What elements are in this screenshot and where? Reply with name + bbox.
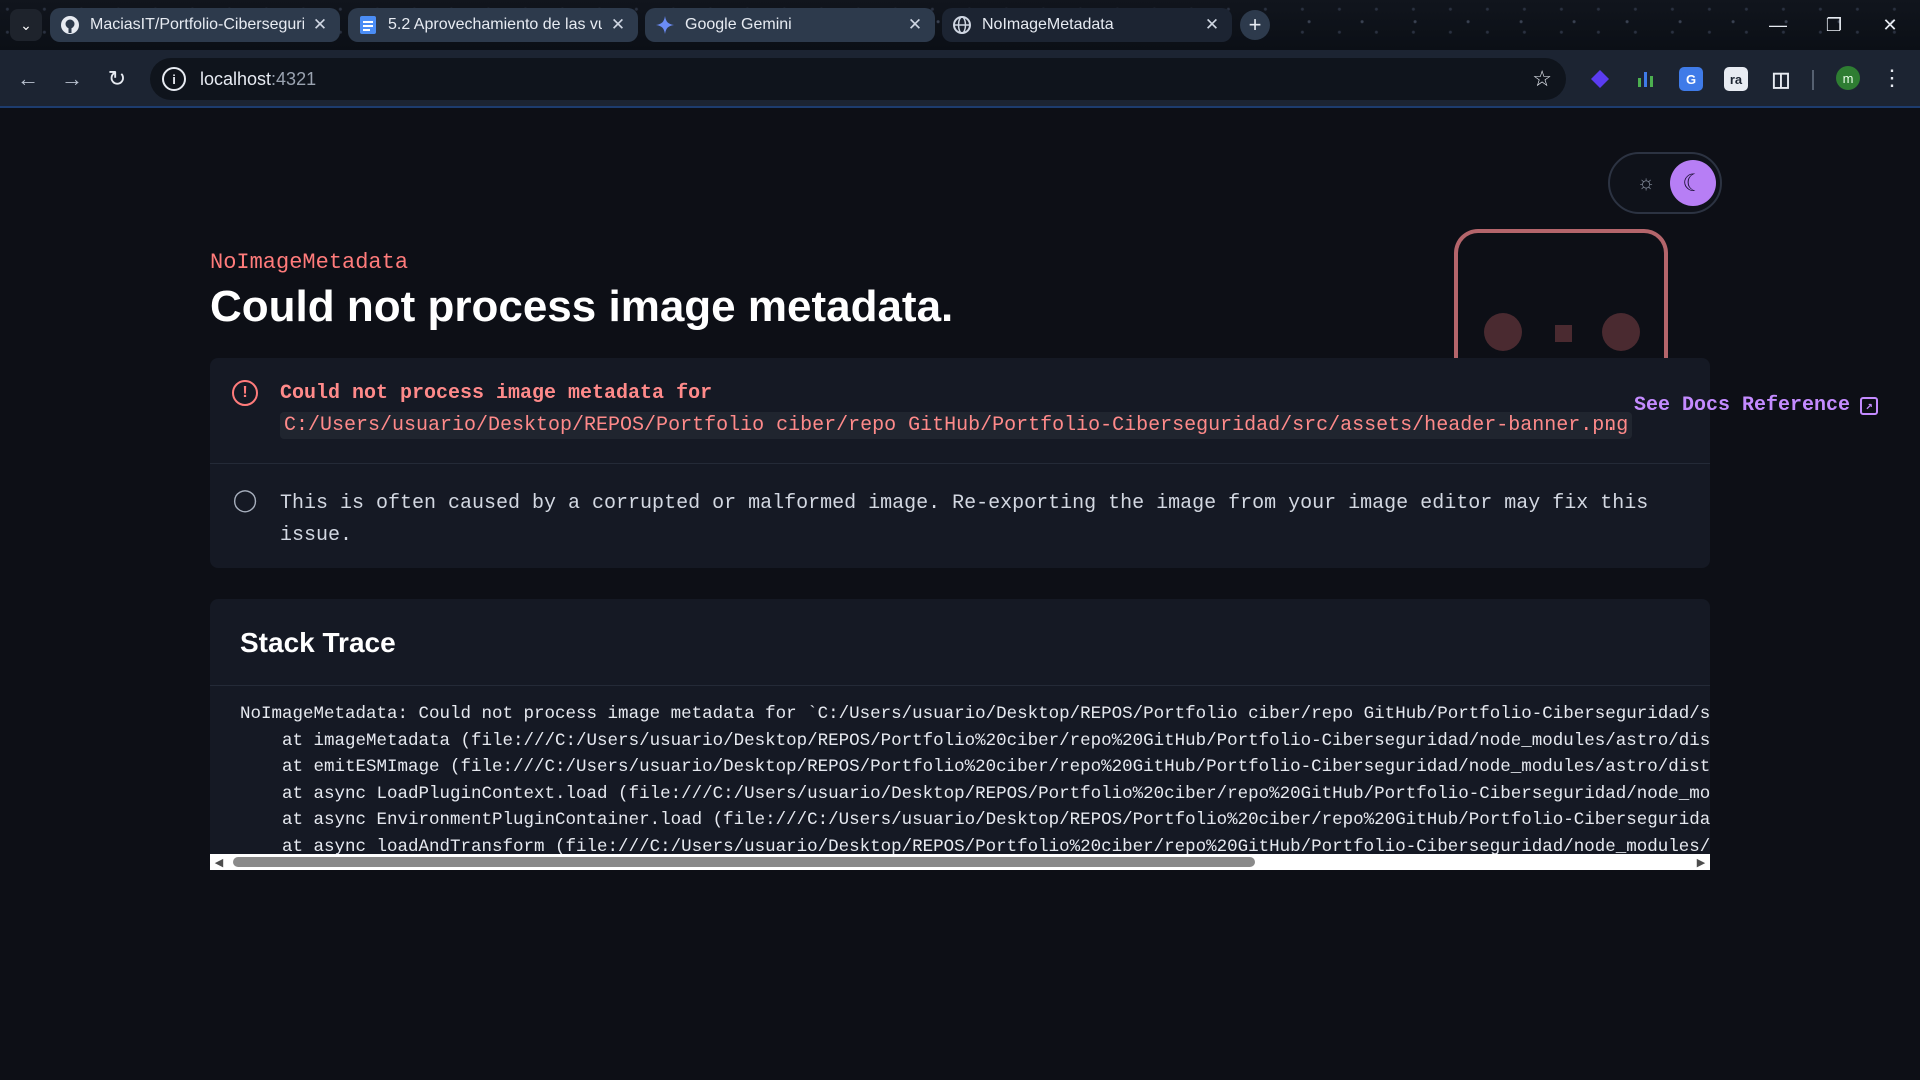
see-docs-reference-link[interactable]: See Docs Reference ↗ xyxy=(1634,394,1879,417)
window-close-button[interactable]: ✕ xyxy=(1862,0,1918,50)
address-bar[interactable]: i localhost:4321 ☆ xyxy=(150,58,1566,100)
gemini-icon xyxy=(655,15,675,35)
tab-gemini[interactable]: Google Gemini ✕ xyxy=(645,8,935,42)
moon-icon[interactable]: ☾ xyxy=(1670,160,1716,206)
bookmark-star-icon[interactable]: ☆ xyxy=(1532,66,1552,92)
minimize-icon: — xyxy=(1769,14,1787,35)
error-message-card: ! Could not process image metadata for C… xyxy=(210,358,1710,568)
restore-button[interactable]: ❐ xyxy=(1806,0,1862,50)
extension-diamond-icon[interactable] xyxy=(1588,67,1612,91)
extensions-puzzle-icon[interactable]: ◫ xyxy=(1769,67,1793,91)
extension-chart-icon[interactable] xyxy=(1634,67,1658,91)
github-icon xyxy=(60,15,80,35)
tab-noimagemetadata[interactable]: NoImageMetadata ✕ xyxy=(942,8,1232,42)
close-icon[interactable]: ✕ xyxy=(608,15,628,35)
minimize-button[interactable]: — xyxy=(1750,0,1806,50)
error-title: Could not process image metadata. xyxy=(210,282,954,331)
close-icon[interactable]: ✕ xyxy=(1202,15,1222,35)
address-port: :4321 xyxy=(271,68,317,89)
stack-trace-heading: Stack Trace xyxy=(240,627,396,658)
close-icon: ✕ xyxy=(1882,14,1898,35)
forward-button[interactable]: → xyxy=(56,63,88,95)
tab-github[interactable]: MaciasIT/Portfolio-Ciberseguridad ✕ xyxy=(50,8,340,42)
alert-circle-icon: ! xyxy=(232,380,258,406)
error-message-end: . xyxy=(1605,414,1618,437)
tab-title: 5.2 Aprovechamiento de las vulnerabilida… xyxy=(388,16,602,33)
close-icon[interactable]: ✕ xyxy=(905,15,925,35)
stack-trace-card: Stack Trace NoImageMetadata: Could not p… xyxy=(210,599,1710,870)
avatar[interactable]: m xyxy=(1836,66,1860,90)
stack-trace-text: NoImageMetadata: Could not process image… xyxy=(240,704,1710,857)
error-message: Could not process image metadata for xyxy=(280,382,713,405)
address-host: localhost xyxy=(200,68,272,89)
scroll-right-icon[interactable]: ▶ xyxy=(1695,856,1707,869)
lightbulb-icon: ◯ xyxy=(232,487,258,512)
docs-icon xyxy=(358,15,378,35)
back-button[interactable]: ← xyxy=(12,63,44,95)
robot-illustration xyxy=(1454,229,1668,369)
tab-docs[interactable]: 5.2 Aprovechamiento de las vulnerabilida… xyxy=(348,8,638,42)
new-tab-button[interactable]: + xyxy=(1240,10,1270,40)
tab-strip: ⌄ MaciasIT/Portfolio-Ciberseguridad ✕ 5.… xyxy=(0,0,1920,50)
divider xyxy=(210,685,1710,686)
address-url[interactable]: localhost:4321 xyxy=(200,69,316,90)
error-name: NoImageMetadata xyxy=(210,250,409,275)
plus-icon: + xyxy=(1248,12,1262,37)
error-hint: This is often caused by a corrupted or m… xyxy=(280,492,1649,547)
tab-title: MaciasIT/Portfolio-Ciberseguridad xyxy=(90,16,304,33)
reload-button[interactable]: ↻ xyxy=(101,63,133,95)
docs-link-label: See Docs Reference xyxy=(1634,394,1851,417)
reload-icon: ↻ xyxy=(107,66,127,91)
arrow-left-icon: ← xyxy=(17,66,39,91)
site-info-icon[interactable]: i xyxy=(162,67,186,91)
extension-ra-icon[interactable]: ra xyxy=(1724,67,1748,91)
robot-eye xyxy=(1602,313,1640,351)
error-page: ☼ ☾ NoImageMetadata Could not process im… xyxy=(0,108,1920,1080)
robot-mouth xyxy=(1555,325,1572,342)
globe-icon xyxy=(952,15,972,35)
tab-search-button[interactable]: ⌄ xyxy=(10,9,42,41)
error-file-path: C:/Users/usuario/Desktop/REPOS/Portfolio… xyxy=(280,412,1633,439)
arrow-right-icon: → xyxy=(61,66,83,91)
toolbar-separator xyxy=(1812,70,1814,90)
horizontal-scrollbar[interactable]: ◀ ▶ xyxy=(210,854,1710,870)
external-link-icon: ↗ xyxy=(1860,396,1879,415)
sun-icon[interactable]: ☼ xyxy=(1634,171,1658,195)
translate-icon[interactable]: G xyxy=(1679,67,1703,91)
scroll-left-icon[interactable]: ◀ xyxy=(213,856,225,869)
tab-title: NoImageMetadata xyxy=(982,16,1114,33)
theme-toggle[interactable]: ☼ ☾ xyxy=(1608,152,1722,214)
browser-toolbar: ← → ↻ i localhost:4321 ☆ G ra ◫ ⋮ xyxy=(0,50,1920,108)
scrollbar-thumb[interactable] xyxy=(233,857,1255,867)
restore-icon: ❐ xyxy=(1825,14,1843,35)
close-icon[interactable]: ✕ xyxy=(310,15,330,35)
tab-title: Google Gemini xyxy=(685,16,792,33)
robot-eye xyxy=(1484,313,1522,351)
chevron-down-icon: ⌄ xyxy=(20,16,32,33)
menu-kebab-icon[interactable]: ⋮ xyxy=(1880,64,1904,92)
divider xyxy=(210,463,1710,464)
